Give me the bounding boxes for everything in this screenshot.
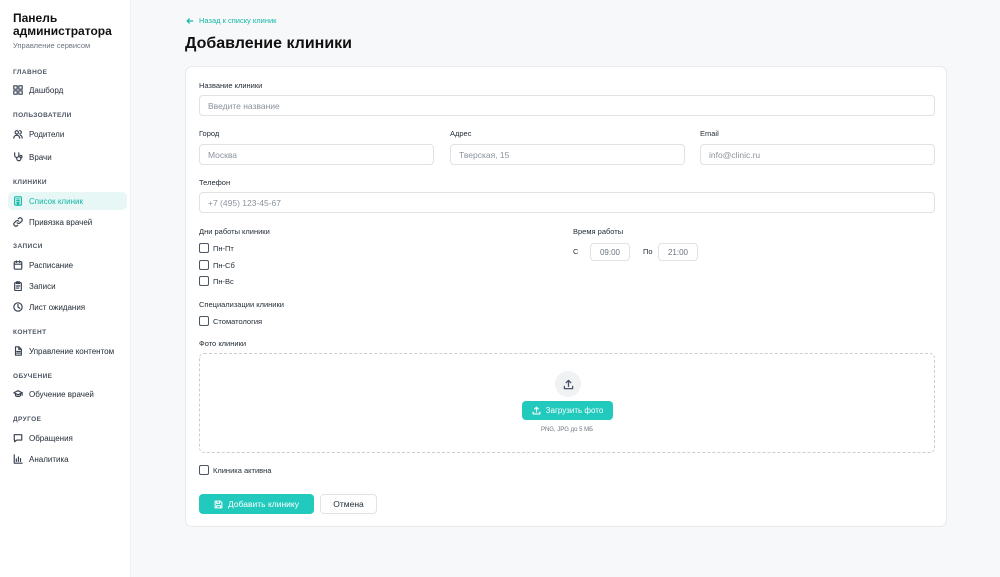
sidebar-item-label: Управление контентом xyxy=(29,346,115,356)
phone-input[interactable] xyxy=(199,192,935,213)
sidebar-item-label: Обращения xyxy=(29,433,73,443)
hours-to-label: По xyxy=(643,247,653,256)
phone-label: Телефон xyxy=(199,178,231,187)
hours-from-label: С xyxy=(573,247,579,256)
save-icon xyxy=(214,500,223,508)
workdays-option-mon-sat[interactable]: Пн-Сб xyxy=(199,260,235,270)
sidebar-item-label: Привязка врачей xyxy=(29,217,93,227)
hours-label: Время работы xyxy=(573,227,624,236)
sidebar-item-label: Дашборд xyxy=(29,85,64,95)
brand-title: Панель администратора xyxy=(13,11,112,38)
clipboard-icon xyxy=(14,281,22,291)
sidebar-item-appointments[interactable]: Записи xyxy=(8,277,127,295)
sidebar-item-doctors[interactable]: Врачи xyxy=(8,148,127,166)
checkbox[interactable] xyxy=(199,316,209,326)
document-icon xyxy=(14,346,22,356)
submit-label: Добавить клинику xyxy=(228,499,299,509)
sidebar-item-parents[interactable]: Родители xyxy=(8,125,127,143)
email-label: Email xyxy=(700,129,719,138)
nav-section-appointments: ЗАПИСИ xyxy=(13,243,43,250)
clinic-active-toggle[interactable]: Клиника активна xyxy=(199,465,271,475)
brand: Панель администратора Управление сервисо… xyxy=(13,11,123,51)
specialization-option-dentistry[interactable]: Стоматология xyxy=(199,316,262,326)
checkbox[interactable] xyxy=(199,465,209,475)
nav-section-other: ДРУГОЕ xyxy=(13,416,42,423)
sidebar-item-label: Родители xyxy=(29,129,65,139)
specializations-label: Специализации клиники xyxy=(199,300,284,309)
address-label: Адрес xyxy=(450,129,472,138)
sidebar-item-doctor-training[interactable]: Обучение врачей xyxy=(8,385,127,403)
nav-section-users: ПОЛЬЗОВАТЕЛИ xyxy=(13,112,72,119)
sidebar-item-label: Врачи xyxy=(29,152,52,162)
city-label: Город xyxy=(199,129,220,138)
checkbox[interactable] xyxy=(199,260,209,270)
message-icon xyxy=(13,434,23,443)
hours-from-input[interactable] xyxy=(590,243,630,261)
photo-label: Фото клиники xyxy=(199,339,247,348)
sidebar-item-clinic-list[interactable]: Список клиник xyxy=(8,192,127,210)
nav-section-education: ОБУЧЕНИЕ xyxy=(13,373,53,380)
nav-section-main: ГЛАВНОЕ xyxy=(13,69,48,76)
clinic-name-input[interactable] xyxy=(199,95,935,116)
upload-button-label: Загрузить фото xyxy=(545,406,604,415)
city-input[interactable] xyxy=(199,144,434,165)
building-icon xyxy=(14,196,22,206)
back-link-label: Назад к списку клиник xyxy=(199,16,277,25)
arrow-left-icon xyxy=(186,17,194,24)
checkbox-label: Пн-Вс xyxy=(213,276,234,286)
sidebar-item-schedule[interactable]: Расписание xyxy=(8,256,127,274)
sidebar-item-label: Аналитика xyxy=(29,454,69,464)
calendar-icon xyxy=(13,260,23,270)
nav-section-content: КОНТЕНТ xyxy=(13,329,47,336)
upload-photo-button[interactable]: Загрузить фото xyxy=(522,401,613,420)
sidebar-item-label: Записи xyxy=(29,281,56,291)
sidebar: Панель администратора Управление сервисо… xyxy=(0,0,131,577)
name-label: Название клиники xyxy=(199,81,263,90)
nav-section-clinics: КЛИНИКИ xyxy=(13,179,48,186)
checkbox[interactable] xyxy=(199,243,209,253)
sidebar-item-dashboard[interactable]: Дашборд xyxy=(8,81,127,99)
cancel-button[interactable]: Отмена xyxy=(320,494,377,514)
upload-hint: PNG, JPG до 5 МБ xyxy=(540,427,594,433)
sidebar-item-doctor-binding[interactable]: Привязка врачей xyxy=(8,213,127,231)
sidebar-item-waitlist[interactable]: Лист ожидания xyxy=(8,298,127,316)
clock-icon xyxy=(13,302,23,312)
users-icon xyxy=(13,130,23,139)
photo-dropzone[interactable]: Загрузить фото PNG, JPG до 5 МБ xyxy=(199,353,935,453)
email-input[interactable] xyxy=(700,144,935,165)
sidebar-item-label: Лист ожидания xyxy=(29,302,86,312)
workdays-option-mon-sun[interactable]: Пн-Вс xyxy=(199,276,234,286)
checkbox-label: Пн-Сб xyxy=(213,260,235,270)
add-clinic-button[interactable]: Добавить клинику xyxy=(199,494,314,514)
chart-icon xyxy=(13,454,23,464)
address-input[interactable] xyxy=(450,144,685,165)
brand-subtitle: Управление сервисом xyxy=(13,41,91,50)
clinic-form-card: Название клиники Город Адрес Email Телеф… xyxy=(185,66,947,527)
checkbox-label: Пн-Пт xyxy=(213,243,234,253)
sidebar-item-label: Список клиник xyxy=(29,196,83,206)
upload-icon xyxy=(532,406,541,415)
link-icon xyxy=(13,217,23,227)
checkbox-label: Стоматология xyxy=(213,316,263,326)
workdays-label: Дни работы клиники xyxy=(199,227,270,236)
workdays-option-mon-fri[interactable]: Пн-Пт xyxy=(199,243,234,253)
sidebar-item-label: Расписание xyxy=(29,260,74,270)
dashboard-icon xyxy=(13,85,23,95)
graduation-cap-icon xyxy=(13,390,23,398)
upload-icon xyxy=(555,371,581,397)
back-to-clinic-list-link[interactable]: Назад к списку клиник xyxy=(186,16,276,25)
sidebar-item-requests[interactable]: Обращения xyxy=(8,429,127,447)
sidebar-item-content-management[interactable]: Управление контентом xyxy=(8,342,127,360)
sidebar-item-analytics[interactable]: Аналитика xyxy=(8,450,127,468)
checkbox[interactable] xyxy=(199,276,209,286)
hours-to-input[interactable] xyxy=(658,243,698,261)
checkbox-label: Клиника активна xyxy=(213,465,272,475)
stethoscope-icon xyxy=(14,152,23,162)
page-title: Добавление клиники xyxy=(185,35,353,52)
sidebar-item-label: Обучение врачей xyxy=(29,389,94,399)
